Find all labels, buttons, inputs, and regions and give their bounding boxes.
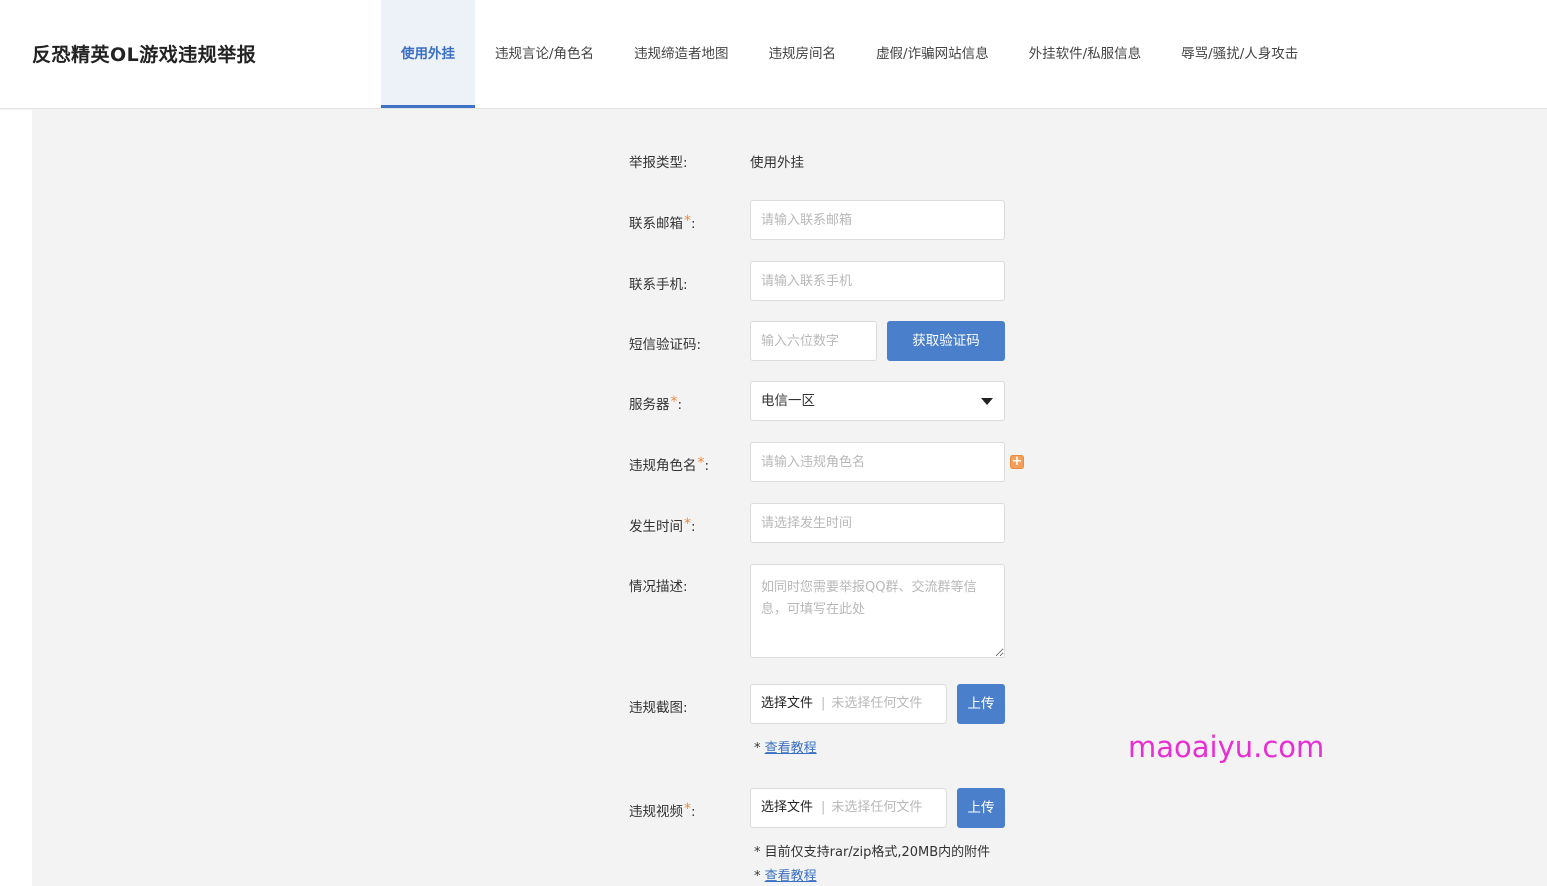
report-type-label: 举报类型: <box>629 155 688 171</box>
screenshot-label: 违规截图: <box>629 700 688 716</box>
phone-input[interactable] <box>750 261 1005 301</box>
sms-code-label: 短信验证码: <box>629 337 702 353</box>
watermark: maoaiyu.com <box>1128 730 1325 764</box>
tab-cheat-software[interactable]: 外挂软件/私服信息 <box>1009 0 1162 108</box>
report-type-value: 使用外挂 <box>750 155 804 171</box>
choose-file-button[interactable]: 选择文件 <box>761 800 813 815</box>
tab-cheat[interactable]: 使用外挂 <box>381 0 475 108</box>
sms-code-input[interactable] <box>750 321 877 361</box>
description-textarea[interactable] <box>750 564 1005 658</box>
server-select[interactable]: 电信一区 <box>750 381 1005 421</box>
tab-abuse[interactable]: 辱骂/骚扰/人身攻击 <box>1161 0 1318 108</box>
required-mark: * <box>684 516 691 532</box>
header: 反恐精英OL游戏违规举报 使用外挂 违规言论/角色名 违规缔造者地图 违规房间名… <box>0 0 1547 109</box>
plus-icon[interactable]: + <box>1010 455 1024 469</box>
required-mark: * <box>670 394 678 410</box>
tab-speech-rolename[interactable]: 违规言论/角色名 <box>475 0 614 108</box>
required-mark: * <box>684 213 691 229</box>
video-tutorial-link[interactable]: 查看教程 <box>765 869 817 884</box>
server-selected-value: 电信一区 <box>761 393 815 409</box>
server-label: 服务器*: <box>629 394 683 413</box>
tab-fake-website[interactable]: 虚假/诈骗网站信息 <box>856 0 1009 108</box>
get-code-button[interactable]: 获取验证码 <box>887 321 1005 361</box>
video-note: * 查看教程 <box>754 869 817 884</box>
screenshot-upload-button[interactable]: 上传 <box>957 684 1005 724</box>
video-upload-button[interactable]: 上传 <box>957 788 1005 828</box>
required-mark: * <box>684 801 691 817</box>
screenshot-tutorial-link[interactable]: 查看教程 <box>765 741 817 756</box>
file-status: 未选择任何文件 <box>831 800 923 815</box>
time-input[interactable] <box>750 503 1005 543</box>
chevron-down-icon <box>981 398 993 405</box>
screenshot-note: * 查看教程 <box>754 741 817 756</box>
nav-tabs: 使用外挂 违规言论/角色名 违规缔造者地图 违规房间名 虚假/诈骗网站信息 外挂… <box>381 0 1318 108</box>
tab-creator-map[interactable]: 违规缔造者地图 <box>614 0 749 108</box>
email-label: 联系邮箱*: <box>629 213 696 232</box>
video-label: 违规视频*: <box>629 801 696 820</box>
video-file-input[interactable]: 选择文件 | 未选择任何文件 <box>750 788 947 828</box>
time-label: 发生时间*: <box>629 516 696 535</box>
phone-label: 联系手机: <box>629 277 688 293</box>
tab-room-name[interactable]: 违规房间名 <box>749 0 857 108</box>
video-format-note: * 目前仅支持rar/zip格式,20MB内的附件 <box>754 845 991 860</box>
screenshot-file-input[interactable]: 选择文件 | 未选择任何文件 <box>750 684 947 724</box>
choose-file-button[interactable]: 选择文件 <box>761 696 813 711</box>
description-label: 情况描述: <box>629 579 688 595</box>
email-input[interactable] <box>750 200 1005 240</box>
role-name-label: 违规角色名*: <box>629 455 710 474</box>
role-name-input[interactable] <box>750 442 1005 482</box>
required-mark: * <box>697 455 705 471</box>
site-title: 反恐精英OL游戏违规举报 <box>32 44 257 66</box>
file-status: 未选择任何文件 <box>831 696 923 711</box>
report-form-area: 举报类型: 使用外挂 联系邮箱*: 联系手机: 短信验证码: 获取验证码 服务器… <box>32 109 1547 886</box>
